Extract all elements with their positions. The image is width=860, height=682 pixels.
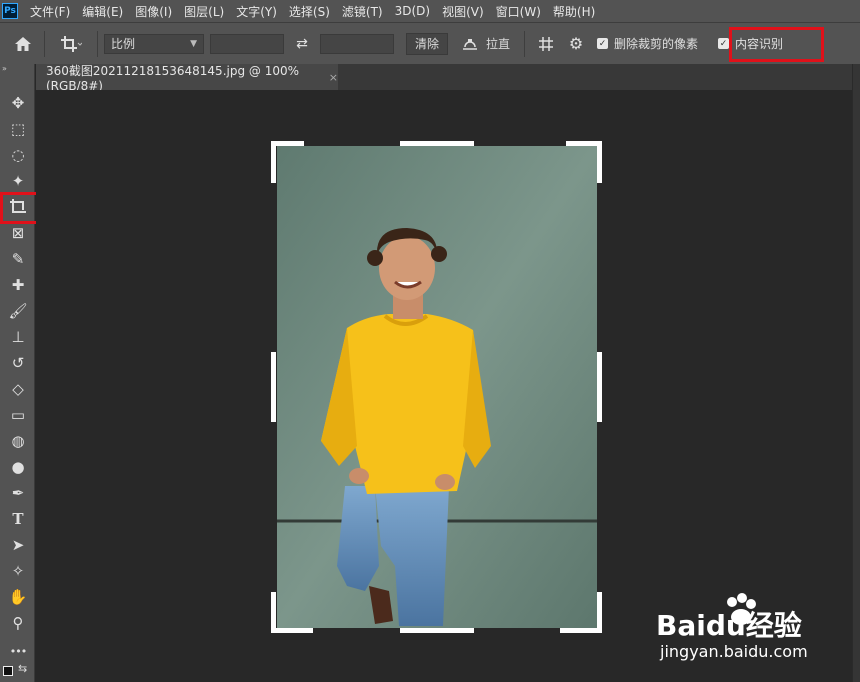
clone-stamp-tool[interactable]: ⊥ xyxy=(7,326,29,348)
crop-tool-highlight xyxy=(0,192,41,224)
clear-button-label: 清除 xyxy=(415,37,440,51)
panel-collapse-icon[interactable]: » xyxy=(2,64,7,73)
menu-image[interactable]: 图像(I) xyxy=(129,3,178,20)
menu-file[interactable]: 文件(F) xyxy=(24,3,76,20)
document-tab-title: 360截图20211218153648145.jpg @ 100%(RGB/8#… xyxy=(46,63,300,93)
baidu-watermark: Baidu经验 jingyan.baidu.com xyxy=(656,584,856,664)
crop-handle-bottom-left[interactable] xyxy=(271,628,313,633)
menu-bar: Ps 文件(F) 编辑(E) 图像(I) 图层(L) 文字(Y) 选择(S) 滤… xyxy=(0,0,860,22)
crop-handle-bottom-center[interactable] xyxy=(400,628,474,633)
crop-handle-top-center[interactable] xyxy=(400,141,474,146)
straighten-icon[interactable] xyxy=(458,37,482,51)
delete-cropped-checkbox[interactable]: ✓ 删除裁剪的像素 xyxy=(597,35,698,52)
history-brush-tool[interactable]: ↺ xyxy=(7,352,29,374)
frame-tool[interactable]: ⊠ xyxy=(7,222,29,244)
delete-cropped-label: 删除裁剪的像素 xyxy=(614,37,699,51)
crop-handle-middle-right[interactable] xyxy=(597,352,602,422)
marquee-tool[interactable]: ⬚ xyxy=(7,118,29,140)
menu-layer[interactable]: 图层(L) xyxy=(178,3,230,20)
dodge-tool[interactable]: ● xyxy=(7,456,29,478)
document-tab-bar: 360截图20211218153648145.jpg @ 100%(RGB/8#… xyxy=(36,63,860,93)
crop-handle-top-left[interactable] xyxy=(271,141,276,183)
eyedropper-tool[interactable]: ✎ xyxy=(7,248,29,270)
separator xyxy=(524,30,526,57)
menu-3d[interactable]: 3D(D) xyxy=(389,4,436,18)
ratio-select-value: 比例 xyxy=(111,37,136,51)
eraser-tool[interactable]: ◇ xyxy=(7,378,29,400)
menu-window[interactable]: 窗口(W) xyxy=(490,3,547,20)
separator xyxy=(97,30,98,57)
watermark-url: jingyan.baidu.com xyxy=(660,642,808,661)
gradient-tool[interactable]: ▭ xyxy=(7,404,29,426)
chevron-down-icon: ▼ xyxy=(190,38,197,49)
healing-brush-tool[interactable]: ✚ xyxy=(7,274,29,296)
menu-type[interactable]: 文字(Y) xyxy=(230,3,283,20)
ratio-select[interactable]: 比例 ▼ xyxy=(104,33,204,54)
photoshop-logo: Ps xyxy=(2,3,18,19)
menu-filter[interactable]: 滤镜(T) xyxy=(336,3,389,20)
crop-handle-middle-left[interactable] xyxy=(271,352,276,422)
magic-wand-tool[interactable]: ✦ xyxy=(7,170,29,192)
separator xyxy=(44,30,45,57)
pen-tool[interactable]: ✒ xyxy=(7,482,29,504)
zoom-tool[interactable]: ⚲ xyxy=(7,612,29,634)
lasso-tool[interactable]: ◌ xyxy=(7,144,29,166)
hand-tool[interactable]: ✋ xyxy=(7,586,29,608)
default-colors-icon[interactable] xyxy=(3,666,13,676)
gear-icon[interactable]: ⚙ xyxy=(561,34,591,53)
tools-panel: » ✥ ⬚ ◌ ✦ ⊠ ✎ ✚ 🖌 ⊥ ↺ ◇ ▭ ◍ ● ✒ T ➤ ✧ ✋ … xyxy=(0,64,35,682)
crop-handle-bottom-right[interactable] xyxy=(560,628,602,633)
photo-of-man-in-yellow-sweater xyxy=(277,146,597,628)
menu-view[interactable]: 视图(V) xyxy=(436,3,490,20)
checkbox-checked-icon: ✓ xyxy=(718,38,730,49)
path-selection-tool[interactable]: ➤ xyxy=(7,534,29,556)
shape-tool[interactable]: ✧ xyxy=(7,560,29,582)
menu-help[interactable]: 帮助(H) xyxy=(547,3,601,20)
crop-preset-icon[interactable] xyxy=(51,35,91,53)
crop-handle-bottom-left[interactable] xyxy=(271,592,276,633)
clear-button[interactable]: 清除 xyxy=(406,32,449,55)
blur-tool[interactable]: ◍ xyxy=(7,430,29,452)
move-tool[interactable]: ✥ xyxy=(7,92,29,114)
close-icon[interactable]: × xyxy=(329,71,338,84)
brush-tool[interactable]: 🖌 xyxy=(7,300,29,322)
more-tools[interactable]: ••• xyxy=(7,640,29,662)
swap-icon[interactable]: ⇄ xyxy=(284,36,320,52)
home-icon[interactable] xyxy=(8,36,38,52)
type-tool[interactable]: T xyxy=(7,508,29,530)
watermark-brand: Baidu经验 xyxy=(656,609,802,642)
ratio-height-field[interactable] xyxy=(320,33,394,54)
crop-handle-top-right[interactable] xyxy=(597,141,602,183)
overlay-grid-icon[interactable] xyxy=(531,36,561,52)
document-tab[interactable]: 360截图20211218153648145.jpg @ 100%(RGB/8#… xyxy=(36,63,338,93)
menu-select[interactable]: 选择(S) xyxy=(283,3,336,20)
swap-colors-icon[interactable]: ⇆ xyxy=(18,662,27,675)
ratio-width-field[interactable] xyxy=(210,33,284,54)
menu-edit[interactable]: 编辑(E) xyxy=(76,3,129,20)
checkbox-checked-icon: ✓ xyxy=(597,38,609,49)
straighten-button[interactable]: 拉直 xyxy=(486,35,510,52)
content-aware-highlight xyxy=(729,27,824,62)
crop-handle-bottom-right[interactable] xyxy=(597,592,602,633)
document-image[interactable] xyxy=(277,146,597,628)
